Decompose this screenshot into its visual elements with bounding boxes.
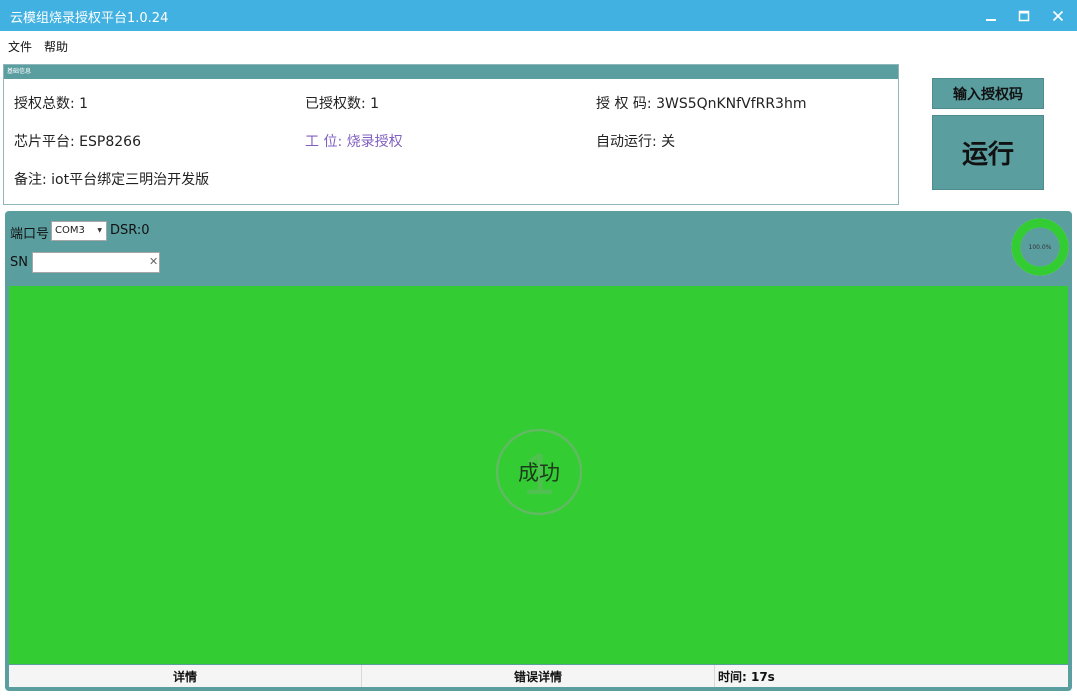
maximize-button[interactable] [1007,0,1041,31]
title-bar: 云模组烧录授权平台1.0.24 [0,0,1077,31]
sn-input[interactable] [32,252,160,273]
clear-icon[interactable]: ✕ [149,255,158,269]
minimize-button[interactable] [974,0,1008,31]
remark: 备注: iot平台绑定三明治开发版 [14,172,210,188]
close-button[interactable] [1041,0,1075,31]
maximize-icon [1018,10,1030,21]
chip-platform: 芯片平台: ESP8266 [14,134,141,150]
port-label: 端口号 [10,227,50,242]
elapsed-time: 时间: 17s [718,669,775,684]
total-auth-count: 授权总数: 1 [14,96,89,112]
run-button[interactable]: 运行 [932,115,1044,190]
info-panel: 基础信息 授权总数: 1 已授权数: 1 授 权 码: 3WS5QnKNfVfR… [3,64,899,205]
auth-code: 授 权 码: 3WS5QnKNfVfRR3hm [596,96,807,112]
info-panel-header: 基础信息 [4,65,898,79]
window-title: 云模组烧录授权平台1.0.24 [10,11,169,26]
dsr-status: DSR:0 [110,223,150,238]
enter-auth-code-button[interactable]: 输入授权码 [932,78,1044,109]
port-select-value: COM3 [55,225,85,236]
auto-run-status: 自动运行: 关 [596,134,676,150]
minimize-icon [986,18,996,21]
menu-help[interactable]: 帮助 [44,38,68,55]
progress-text: 100.0% [1028,243,1052,251]
result-text: 成功 [518,461,560,485]
menu-bar: 文件 帮助 [0,31,1077,60]
close-icon [1052,10,1064,21]
chevron-down-icon: ▼ [97,227,102,234]
status-bar: 详情 错误详情 时间: 17s [9,665,1068,687]
menu-file[interactable]: 文件 [8,38,32,55]
sn-label: SN [10,255,28,270]
details-button[interactable]: 详情 [9,665,362,687]
station: 工 位: 烧录授权 [305,134,403,150]
authorized-count: 已授权数: 1 [305,96,380,112]
error-details-button[interactable]: 错误详情 [362,665,715,687]
port-select[interactable]: COM3 ▼ [51,221,107,241]
